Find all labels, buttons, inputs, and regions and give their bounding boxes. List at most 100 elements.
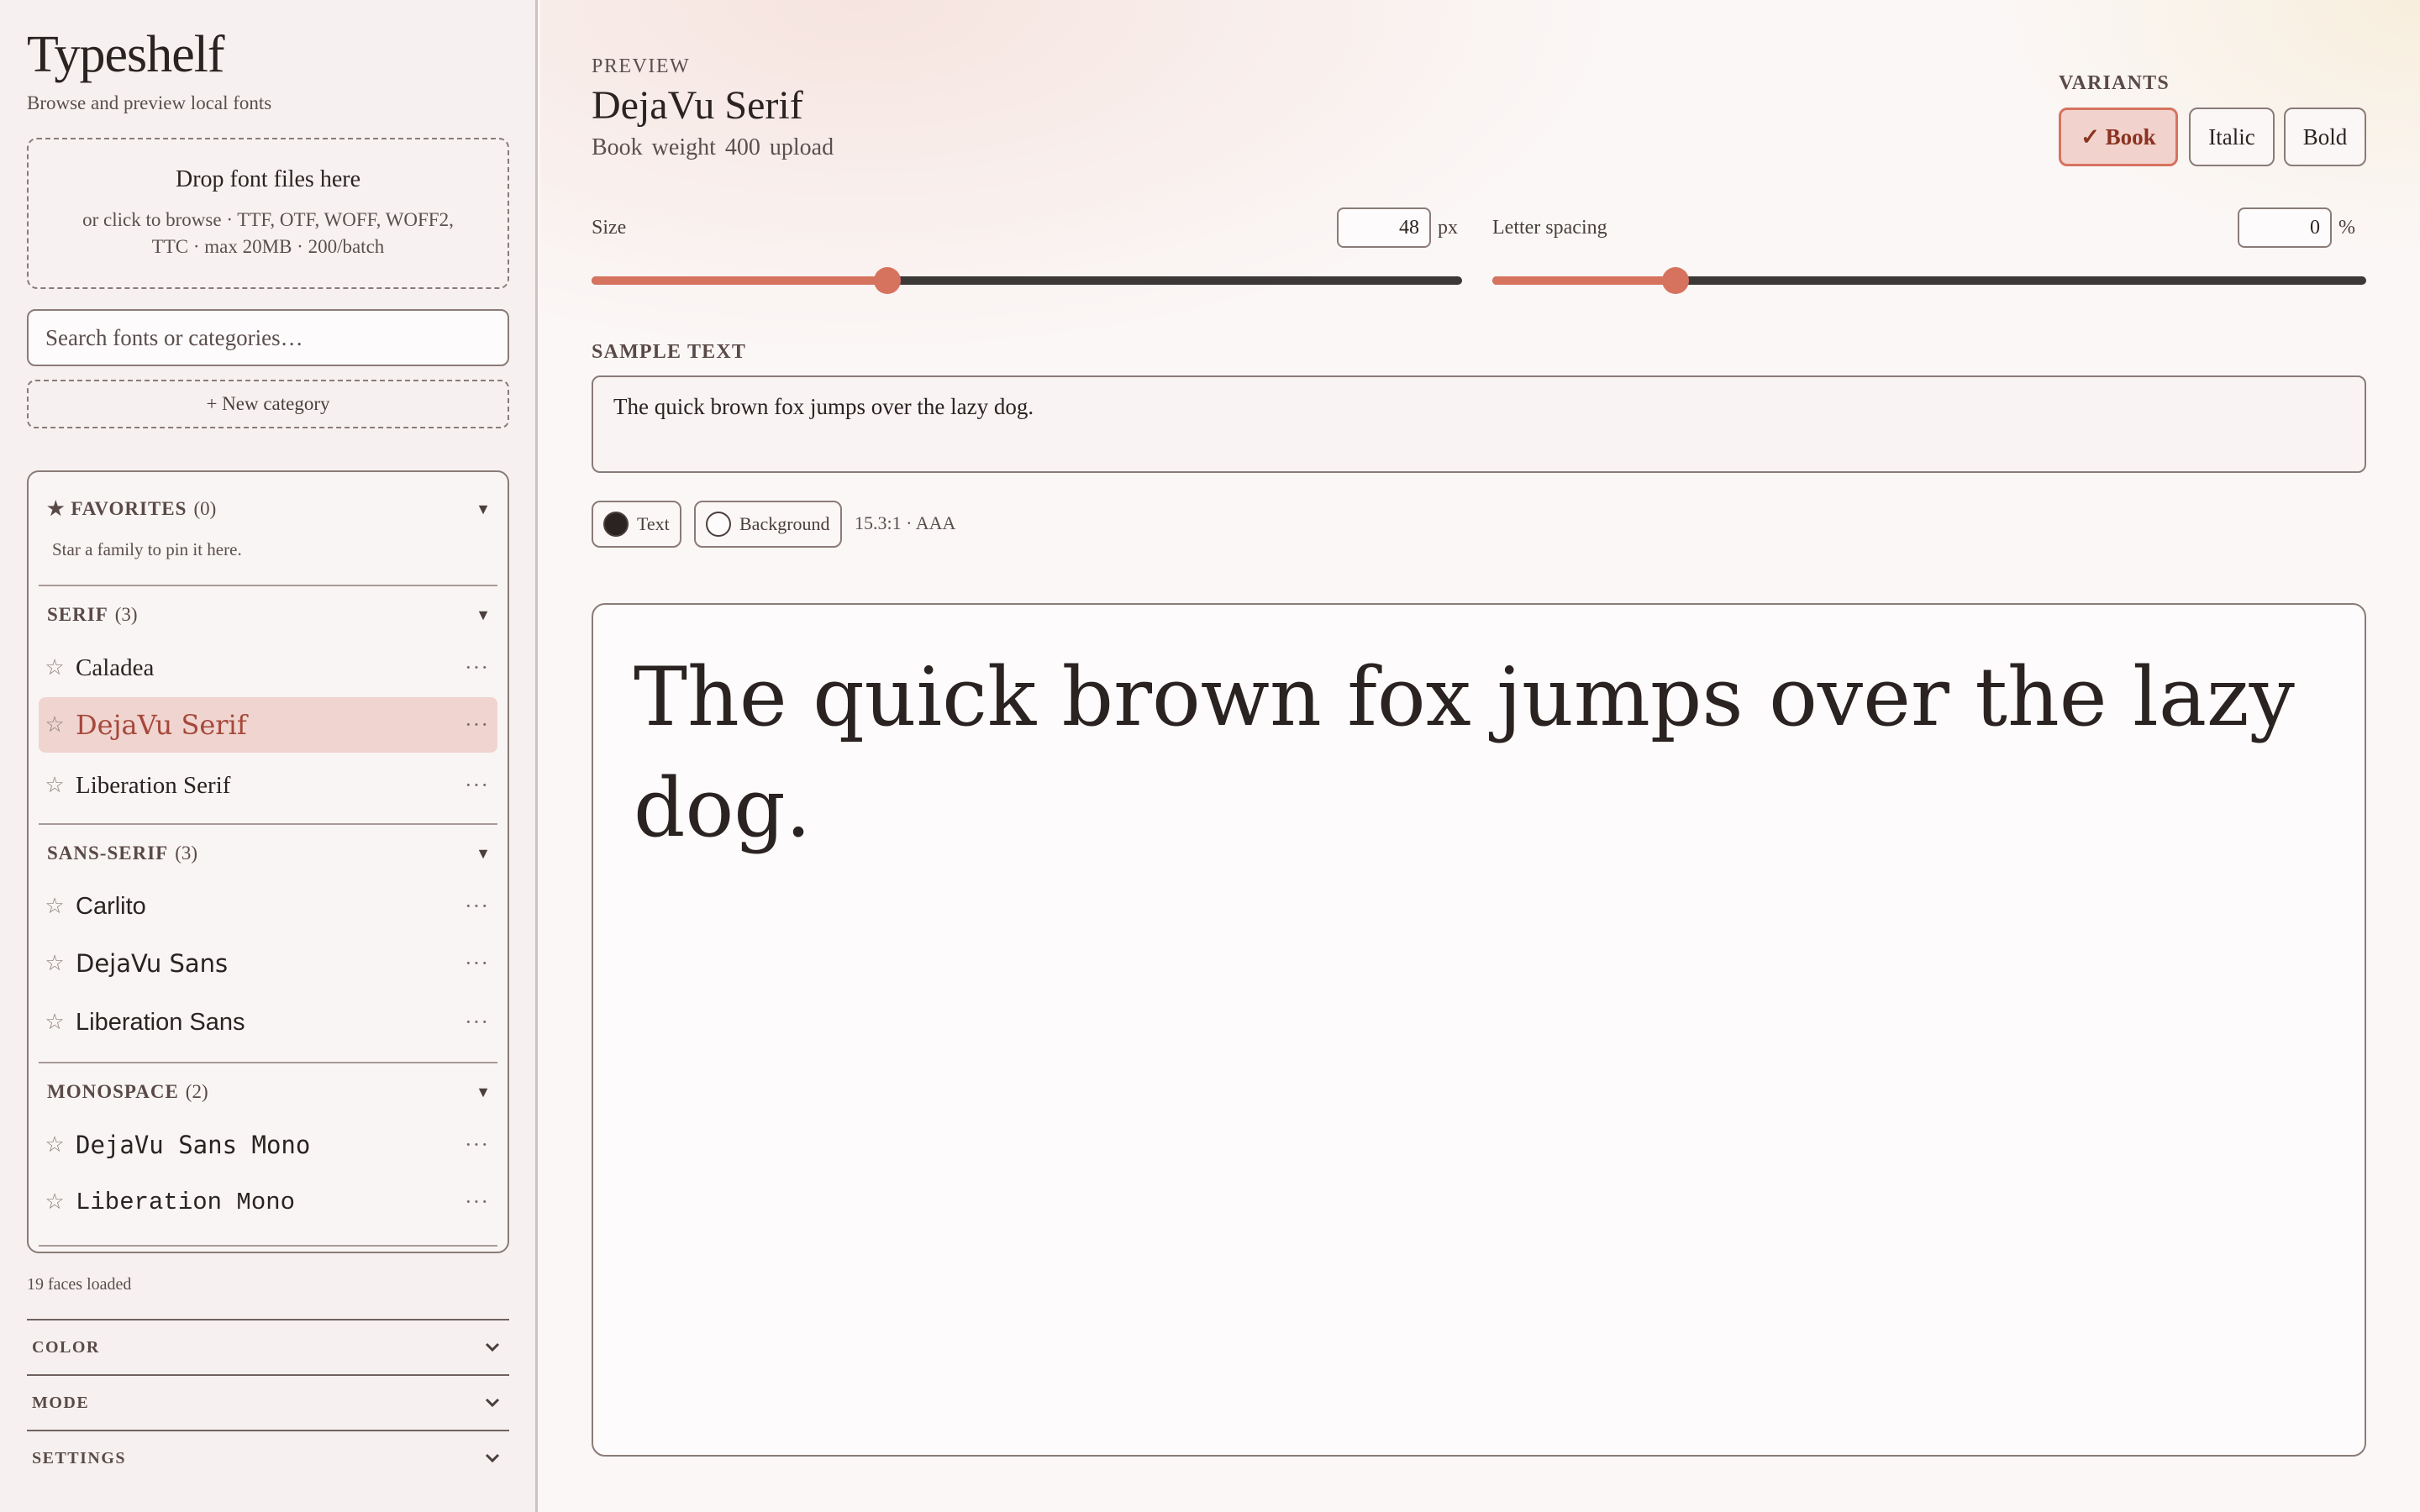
letter-spacing-label: Letter spacing (1492, 217, 1607, 239)
star-icon[interactable]: ☆ (40, 1132, 69, 1158)
letter-spacing-slider[interactable] (1492, 267, 2366, 294)
chevron-down-icon (485, 1398, 500, 1408)
size-slider[interactable] (592, 267, 1462, 294)
more-icon[interactable]: ··· (465, 951, 489, 976)
variant-book-button[interactable]: ✓ Book (2059, 108, 2178, 166)
contrast-ratio: 15.3:1 · AAA (855, 512, 956, 533)
star-icon[interactable]: ☆ (40, 655, 69, 680)
sample-text-label: SAMPLE TEXT (592, 341, 747, 363)
preview-panel: PREVIEW DejaVu Serif Book weight 400 upl… (540, 0, 2420, 1512)
font-item-label: DejaVu Sans Mono (76, 1131, 311, 1159)
slider-fill (1492, 276, 1676, 285)
section-mode[interactable]: MODE (27, 1374, 509, 1430)
more-icon[interactable]: ··· (465, 655, 489, 680)
star-icon[interactable]: ☆ (40, 894, 69, 919)
caret-down-icon[interactable]: ▼ (476, 1084, 496, 1101)
font-item-label: Liberation Serif (76, 771, 231, 799)
dropzone-title: Drop font files here (175, 166, 361, 192)
star-icon[interactable]: ☆ (40, 1189, 69, 1215)
section-label: SETTINGS (32, 1448, 127, 1467)
caret-down-icon[interactable]: ▼ (476, 501, 496, 518)
letter-spacing-input[interactable] (2238, 207, 2332, 248)
background-color-swatch (706, 512, 731, 537)
more-icon[interactable]: ··· (465, 1132, 489, 1158)
chip-label: Background (739, 513, 830, 534)
section-label: COLOR (32, 1337, 100, 1357)
favorites-empty-note: Star a family to pin it here. (52, 539, 242, 559)
font-item-label: DejaVu Sans (76, 949, 229, 978)
chevron-down-icon (485, 1342, 500, 1352)
more-icon[interactable]: ··· (465, 1189, 489, 1215)
star-icon[interactable]: ☆ (40, 951, 69, 976)
group-count: (2) (185, 1081, 208, 1102)
group-header-favorites[interactable]: ★ FAVORITES (0) ▼ (47, 492, 496, 526)
font-item-liberation-sans[interactable]: ☆ Liberation Sans ··· (39, 995, 497, 1050)
star-icon[interactable]: ☆ (40, 712, 69, 738)
section-label: MODE (32, 1393, 90, 1412)
new-category-button[interactable]: + New category (27, 380, 509, 428)
group-header-serif[interactable]: SERIF (3) ▼ (47, 598, 496, 632)
variant-bold-button[interactable]: Bold (2284, 108, 2366, 166)
star-icon[interactable]: ☆ (40, 1010, 69, 1035)
size-input[interactable] (1337, 207, 1431, 248)
group-header-monospace[interactable]: MONOSPACE (2) ▼ (47, 1075, 496, 1109)
font-item-liberation-mono[interactable]: ☆ Liberation Mono ··· (39, 1174, 497, 1230)
font-item-carlito[interactable]: ☆ Carlito ··· (39, 879, 497, 934)
chevron-down-icon (485, 1453, 500, 1463)
text-color-swatch (603, 512, 629, 537)
font-list[interactable]: ★ FAVORITES (0) ▼ Star a family to pin i… (27, 470, 509, 1253)
slider-fill (592, 276, 887, 285)
caret-down-icon[interactable]: ▼ (476, 845, 496, 863)
font-item-label: DejaVu Serif (76, 709, 247, 741)
search-input[interactable] (27, 309, 509, 366)
group-name: MONOSPACE (47, 1081, 179, 1102)
sidebar: Typeshelf Browse and preview local fonts… (0, 0, 538, 1512)
more-icon[interactable]: ··· (465, 773, 489, 798)
slider-thumb[interactable] (1662, 267, 1689, 294)
caret-down-icon[interactable]: ▼ (476, 606, 496, 624)
font-item-label: Caladea (76, 654, 155, 681)
section-settings[interactable]: SETTINGS (27, 1430, 509, 1485)
font-item-caladea[interactable]: ☆ Caladea ··· (39, 640, 497, 696)
dropzone-subtitle: or click to browse · TTF, OTF, WOFF, WOF… (82, 209, 454, 257)
app-subtitle: Browse and preview local fonts (27, 92, 272, 113)
font-item-label: Liberation Mono (76, 1188, 296, 1216)
sample-text-input[interactable]: The quick brown fox jumps over the lazy … (592, 375, 2366, 473)
preview-text: The quick brown fox jumps over the lazy … (634, 650, 2295, 855)
letter-spacing-unit: % (2338, 217, 2355, 239)
more-icon[interactable]: ··· (465, 1010, 489, 1035)
app-title: Typeshelf (27, 26, 225, 83)
more-icon[interactable]: ··· (465, 894, 489, 919)
more-icon[interactable]: ··· (465, 712, 489, 738)
font-item-liberation-serif[interactable]: ☆ Liberation Serif ··· (39, 758, 497, 813)
section-color[interactable]: COLOR (27, 1319, 509, 1374)
font-item-label: Carlito (76, 892, 146, 920)
group-count: (3) (114, 604, 138, 625)
group-name: ★ FAVORITES (47, 498, 187, 519)
star-icon[interactable]: ☆ (40, 773, 69, 798)
preview-eyebrow: PREVIEW (592, 55, 691, 77)
group-count: (3) (175, 843, 198, 864)
preview-canvas: The quick brown fox jumps over the lazy … (592, 603, 2366, 1457)
divider (39, 1245, 497, 1247)
font-item-dejavu-sans-mono[interactable]: ☆ DejaVu Sans Mono ··· (39, 1117, 497, 1173)
text-color-chip[interactable]: Text (592, 501, 681, 548)
divider (39, 1062, 497, 1063)
font-dropzone[interactable]: Drop font files here or click to browse … (27, 138, 509, 289)
font-item-dejavu-sans[interactable]: ☆ DejaVu Sans ··· (39, 936, 497, 991)
variants-label: VARIANTS (2059, 72, 2170, 94)
faces-loaded-count: 19 faces loaded (27, 1275, 132, 1294)
divider (39, 585, 497, 586)
preview-font-name: DejaVu Serif (592, 83, 803, 128)
group-name: SANS-SERIF (47, 843, 169, 864)
background-color-chip[interactable]: Background (694, 501, 842, 548)
variant-italic-button[interactable]: Italic (2189, 108, 2275, 166)
font-item-dejavu-serif[interactable]: ☆ DejaVu Serif ··· (39, 697, 497, 753)
font-item-label: Liberation Sans (76, 1008, 245, 1036)
size-label: Size (592, 217, 627, 239)
chip-label: Text (637, 513, 670, 534)
group-count: (0) (193, 498, 217, 519)
group-name: SERIF (47, 604, 108, 625)
group-header-sans-serif[interactable]: SANS-SERIF (3) ▼ (47, 837, 496, 870)
slider-thumb[interactable] (874, 267, 901, 294)
